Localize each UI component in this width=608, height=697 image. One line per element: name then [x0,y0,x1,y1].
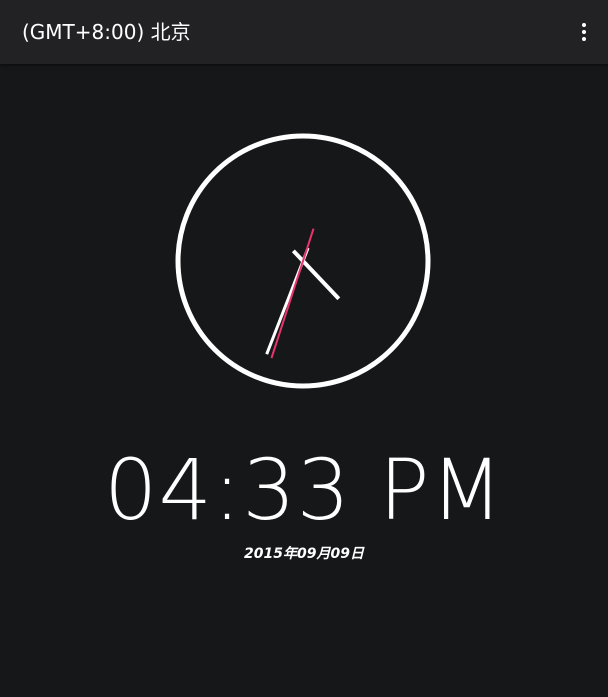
more-vert-icon [582,23,586,27]
hour-hand [291,249,341,301]
more-vert-icon-dot [582,30,586,34]
world-clock-screen: (GMT+8:00) 北京 04:33 PM 2015年09月09日 [0,0,608,697]
digital-time: 04:33 PM [104,441,504,539]
analog-clock [174,132,432,390]
timezone-title: (GMT+8:00) 北京 [22,20,191,44]
more-options-button[interactable] [570,12,598,52]
more-vert-icon-dot [582,37,586,41]
second-hand [270,228,315,359]
date-label: 2015年09月09日 [244,546,364,562]
app-toolbar: (GMT+8:00) 北京 [0,0,608,64]
analog-clock-face [175,133,431,389]
